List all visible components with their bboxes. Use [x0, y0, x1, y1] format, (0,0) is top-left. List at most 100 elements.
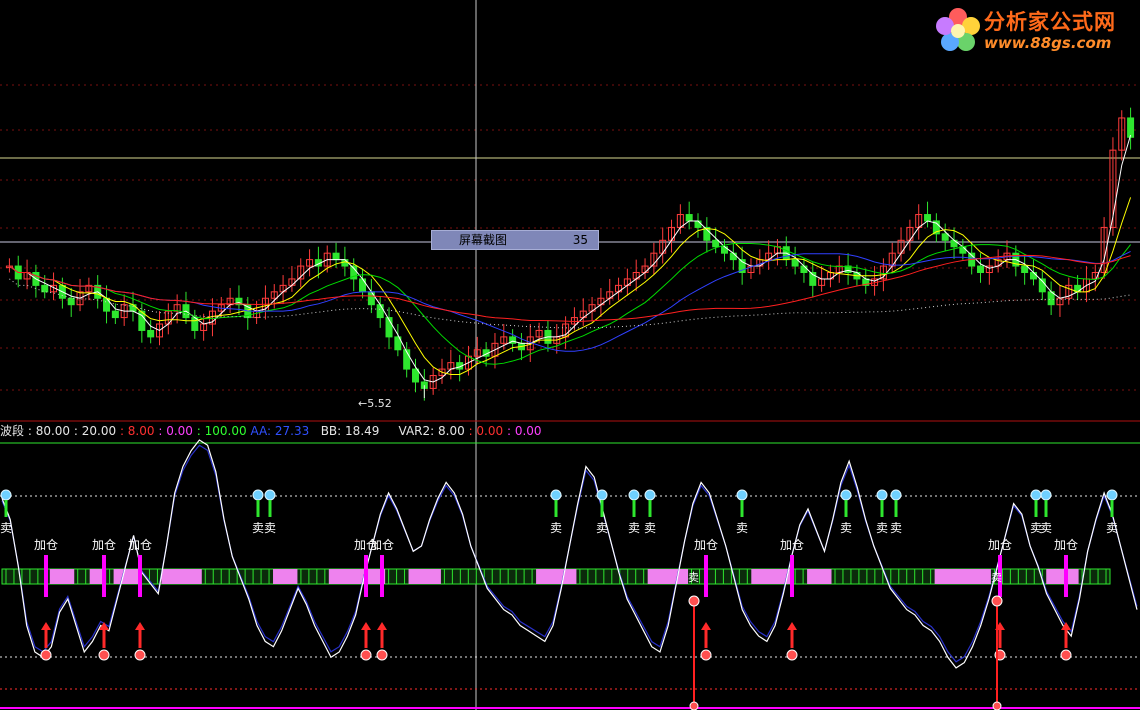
band-segment-rise [408, 569, 418, 584]
logo-url: www.88gs.com [984, 34, 1112, 52]
band-segment-rise [751, 569, 760, 584]
add-position-label: 加仓 [92, 538, 116, 552]
band-segment-rise [1046, 569, 1055, 584]
band-segment-rise [328, 569, 338, 584]
buy-dot-icon [376, 649, 388, 661]
buy-dot-icon [134, 649, 146, 661]
sell-signal-label: 卖 [252, 521, 264, 535]
band-segment-rise [974, 569, 983, 584]
add-position-label: 加仓 [1054, 538, 1078, 552]
buy-arrowhead-icon [701, 622, 711, 630]
sell-signal-label: 卖 [688, 571, 699, 584]
indicator-name: 波段 [0, 424, 25, 438]
sell-dot-icon [890, 489, 902, 501]
band-segment-rise [567, 569, 577, 584]
sell-dot-icon [736, 489, 748, 501]
band-segment-rise [942, 569, 952, 584]
sell-dot-icon [0, 489, 12, 501]
buy-dot-icon [98, 649, 110, 661]
candle-body [941, 233, 949, 241]
param-4: : 0.00 [158, 424, 193, 438]
candle-body [359, 278, 367, 293]
candle-body [412, 368, 420, 383]
sell-signal-label: 卖 [596, 521, 608, 535]
sell-signal-label: 卖 [840, 521, 852, 535]
candle-body [1021, 265, 1029, 274]
tooltip-label: 屏幕截图 [459, 233, 508, 247]
aa-label: AA: [250, 424, 272, 438]
sell-dot-icon [644, 489, 656, 501]
stock-chart[interactable]: 卖卖卖卖卖卖卖卖卖卖卖卖卖 卖加仓 加仓 加仓 加仓加仓 加仓 加仓 加仓 加仓卖卖 [0, 0, 1140, 710]
candle-body [1127, 117, 1135, 138]
band-segment-rise [273, 569, 282, 584]
band-segment-rise [823, 569, 832, 584]
sell-signal-label: 卖 [1106, 521, 1118, 535]
band-segment-rise [815, 569, 824, 584]
sell-signal-label: 卖 [890, 521, 902, 535]
band-segment-rise [352, 569, 362, 584]
candle-body [924, 214, 932, 222]
buy-arrowhead-icon [361, 622, 371, 630]
var2-value: 8.00 [438, 424, 465, 438]
param-1: : 80.00 [27, 424, 71, 438]
candle-body [111, 310, 119, 319]
oscillator-line [1, 439, 1138, 669]
buy-dot-icon [40, 649, 52, 661]
add-position-label: 加仓 [988, 538, 1012, 552]
low-price-value: 5.52 [367, 397, 392, 410]
candle-body [694, 220, 702, 228]
add-position-label: 加仓 [128, 538, 152, 552]
add-position-label: 加仓 [370, 538, 394, 552]
candle-body [341, 259, 349, 267]
band-segment-rise [424, 569, 433, 584]
band-segment-rise [288, 569, 298, 584]
sell-dot-icon [550, 489, 562, 501]
band-segment-rise [1054, 569, 1063, 584]
aa-value: 27.33 [274, 424, 310, 438]
param-7: : 0.00 [506, 424, 542, 438]
buy-arrowhead-icon [41, 622, 51, 630]
tooltip-value: 35 [572, 233, 588, 247]
bb-value: 18.49 [345, 424, 380, 438]
sell-dot-icon [1030, 489, 1042, 501]
band-segment-rise [759, 569, 768, 584]
candle-body [1029, 272, 1037, 280]
flower-logo-icon [936, 8, 980, 51]
sell-signal-label: 卖 [0, 521, 12, 535]
band-segment-rise [177, 569, 186, 584]
low-price-label: ←5.52 [358, 397, 392, 410]
var2-label: VAR2: [398, 424, 435, 438]
candle-body [712, 239, 720, 248]
indicator-info-line: 波段 : 80.00 : 20.00 : 8.00 : 0.00 : 100.0… [0, 423, 542, 439]
buy-dot-icon [1060, 649, 1072, 661]
band-segment-rise [368, 569, 378, 584]
band-segment-rise [65, 569, 75, 584]
band-segment-rise [552, 569, 561, 584]
sell-dot-icon [596, 489, 608, 501]
candle-body [685, 214, 693, 222]
band-segment-rise [544, 569, 553, 584]
candle-body [332, 252, 340, 261]
buy-arrowhead-icon [377, 622, 387, 630]
buy-arrowhead-icon [1061, 622, 1071, 630]
sell-signal-label: 卖 [628, 521, 640, 535]
band-segment-rise [663, 569, 673, 584]
band-segment-rise [129, 569, 139, 584]
band-segment-rise [655, 569, 665, 584]
band-segment-rise [344, 569, 354, 584]
buy-dot-icon [700, 649, 712, 661]
oscillator-line-2 [1, 444, 1138, 663]
add-position-label: 加仓 [34, 538, 58, 552]
buy-dot-icon [786, 649, 798, 661]
sell-dot-icon [628, 489, 640, 501]
buy-arrowhead-icon [787, 622, 797, 630]
candle-body [67, 297, 75, 306]
deep-low-bottom-icon [992, 701, 1002, 710]
add-position-label: 加仓 [780, 538, 804, 552]
band-segment-rise [958, 569, 968, 584]
chart-stage[interactable]: 卖卖卖卖卖卖卖卖卖卖卖卖卖卖加仓 加仓 加仓 加仓 加仓 加仓 加仓 加仓 加仓卖卖 分析家公式… [0, 0, 1140, 710]
param-6: : 0.00 [468, 424, 504, 438]
sell-dot-icon [252, 489, 264, 501]
band-segment-rise [416, 569, 425, 584]
sell-dot-icon [840, 489, 852, 501]
